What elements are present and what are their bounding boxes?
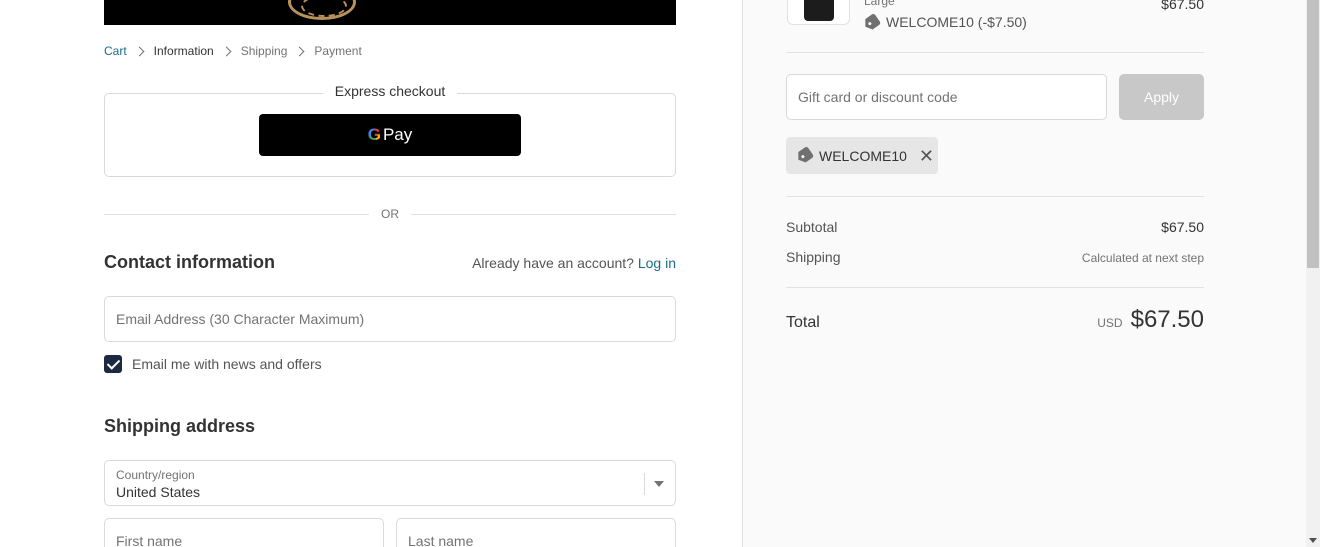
item-variant: Large <box>864 0 895 8</box>
total-label: Total <box>786 314 820 331</box>
subtotal-row: Subtotal $67.50 <box>786 219 1204 235</box>
discount-field-wrapper <box>786 74 1107 120</box>
newsletter-checkbox[interactable] <box>104 355 122 373</box>
google-pay-label: Pay <box>382 125 413 144</box>
scroll-down-icon[interactable] <box>1309 538 1317 543</box>
last-name-wrapper <box>396 518 676 547</box>
total-currency: USD <box>1097 316 1123 330</box>
close-icon[interactable]: ✕ <box>919 147 934 165</box>
google-icon: G <box>367 125 381 144</box>
item-discount-text: WELCOME10 (-$7.50) <box>886 14 1027 30</box>
summary-divider <box>786 196 1204 197</box>
total-price: USD $67.50 <box>1097 306 1204 334</box>
express-checkout: Express checkout G Pay <box>104 83 676 177</box>
shirt-image <box>804 0 834 21</box>
account-prompt-text: Already have an account? <box>472 255 634 271</box>
or-label: OR <box>381 207 399 221</box>
breadcrumb-information: Information <box>153 44 214 58</box>
store-logo <box>288 0 356 20</box>
checkout-main: Cart Information Shipping Payment Expres… <box>0 0 742 547</box>
shipping-row: Shipping Calculated at next step <box>786 249 1204 265</box>
email-field[interactable] <box>105 297 675 341</box>
discount-code-field[interactable] <box>787 75 1106 119</box>
total-amount: $67.50 <box>1130 306 1204 333</box>
subtotal-value: $67.50 <box>1161 219 1204 235</box>
product-thumbnail <box>787 0 850 25</box>
email-field-wrapper <box>104 296 676 342</box>
newsletter-label: Email me with news and offers <box>132 356 322 372</box>
tag-icon <box>862 12 882 31</box>
shipping-value: Calculated at next step <box>1081 251 1204 265</box>
apply-button[interactable]: Apply <box>1119 74 1204 120</box>
item-discount: WELCOME10 (-$7.50) <box>864 14 1027 30</box>
login-link[interactable]: Log in <box>638 255 676 271</box>
shipping-label: Shipping <box>786 249 841 265</box>
shipping-heading: Shipping address <box>104 416 256 436</box>
scrollbar[interactable] <box>1306 0 1320 547</box>
breadcrumb-cart[interactable]: Cart <box>104 44 127 58</box>
newsletter-option[interactable]: Email me with news and offers <box>104 355 322 373</box>
store-banner <box>104 0 676 25</box>
discount-chip-code: WELCOME10 <box>819 147 907 164</box>
subtotal-label: Subtotal <box>786 219 838 235</box>
chevron-right-icon <box>134 46 145 56</box>
chevron-right-icon <box>221 46 232 56</box>
scrollbar-thumb[interactable] <box>1307 0 1319 268</box>
country-select[interactable]: Country/region United States <box>104 460 676 506</box>
last-name-field[interactable] <box>397 519 675 547</box>
tag-icon <box>795 146 815 165</box>
account-prompt: Already have an account? Log in <box>472 255 676 271</box>
summary-divider <box>786 52 1204 53</box>
or-divider: OR <box>104 206 676 222</box>
caret-down-icon <box>654 481 664 487</box>
summary-divider <box>786 287 1204 288</box>
discount-chip: WELCOME10 ✕ <box>786 137 938 174</box>
contact-heading: Contact information <box>104 252 275 272</box>
google-pay-button[interactable]: G Pay <box>259 114 521 156</box>
first-name-field[interactable] <box>105 519 383 547</box>
chevron-right-icon <box>294 46 305 56</box>
breadcrumb: Cart Information Shipping Payment <box>104 44 362 58</box>
breadcrumb-shipping: Shipping <box>240 44 288 58</box>
country-value: United States <box>116 484 201 500</box>
country-label: Country/region <box>116 468 195 482</box>
breadcrumb-payment: Payment <box>314 44 362 58</box>
express-checkout-title: Express checkout <box>322 83 458 99</box>
total-row: Total USD $67.50 <box>786 306 1204 334</box>
first-name-wrapper <box>104 518 384 547</box>
item-price: $67.50 <box>1161 0 1204 12</box>
